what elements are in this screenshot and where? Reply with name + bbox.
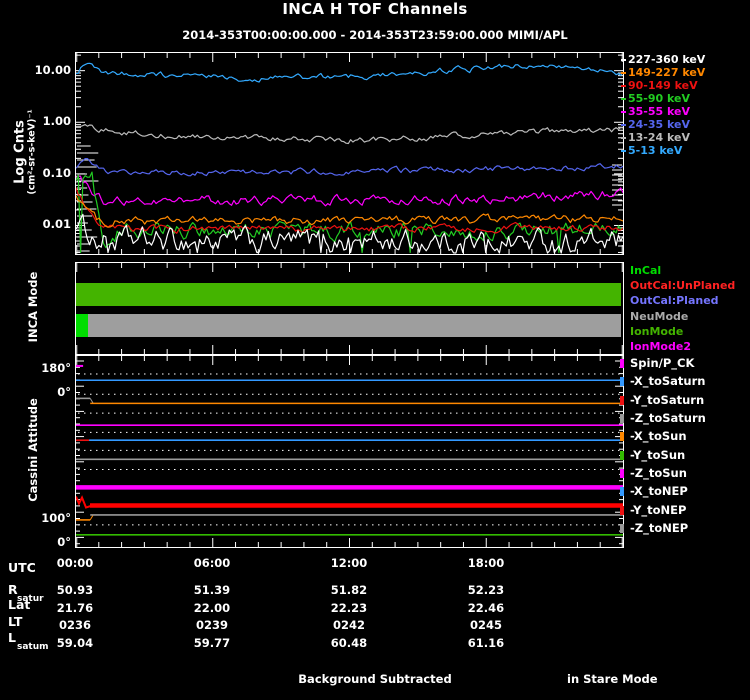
mode-bar-ionmode xyxy=(76,283,621,306)
spectra-legend-item: 24-35 keV xyxy=(628,118,691,131)
ephemeris-value: 22.00 xyxy=(193,601,231,615)
mode-panel-label: INCA Mode xyxy=(26,271,40,343)
spectra-legend-item: 90-149 keV xyxy=(628,79,698,92)
mode-legend-item: IonMode2 xyxy=(630,340,691,353)
ephemeris-value: 0245 xyxy=(469,618,503,632)
ephemeris-value: 21.76 xyxy=(56,601,94,615)
utc-axis-label: UTC xyxy=(8,560,36,575)
ephemeris-value: 0236 xyxy=(58,618,92,632)
ephemeris-value: 22.46 xyxy=(467,601,505,615)
ephemeris-value: 51.82 xyxy=(330,583,368,597)
attitude-legend-item: -Z_toNEP xyxy=(630,520,689,535)
ephemeris-value: 52.23 xyxy=(467,583,505,597)
spectra-y-tick-label: 0.01 xyxy=(42,217,71,232)
page-subtitle: 2014-353T00:00:00.000 - 2014-353T23:59:0… xyxy=(182,28,568,42)
attitude-legend-item: -X_toSaturn xyxy=(630,374,706,389)
attitude-panel xyxy=(75,355,624,548)
ephemeris-value: 0242 xyxy=(332,618,366,632)
attitude-legend-item: -X_toSun xyxy=(630,429,687,444)
ephemeris-row-label-l: L xyxy=(8,630,16,645)
spectra-ylabel-text: Log Cnts xyxy=(12,120,28,184)
spectra-legend-item: 13-24 keV xyxy=(628,131,691,144)
spectra-legend-item: 5-13 keV xyxy=(628,144,683,157)
spectra-y-tick-label: 10.00 xyxy=(34,62,71,77)
attitude-y-tick-label: 180° xyxy=(41,360,71,375)
spectra-legend-item: 55-90 keV xyxy=(628,92,691,105)
spectra-legend-item: 35-55 keV xyxy=(628,105,691,118)
attitude-y-tick-label: 100° xyxy=(41,510,71,525)
ephemeris-value: 59.77 xyxy=(193,636,231,650)
spectra-legend-item: 149-227 keV xyxy=(628,66,706,79)
utc-tick-label: 00:00 xyxy=(56,556,94,570)
utc-tick-label: 06:00 xyxy=(193,556,231,570)
spectra-panel xyxy=(75,52,624,255)
attitude-legend-item: Spin/P_CK xyxy=(630,356,695,370)
attitude-panel-label: Cassini Attitude xyxy=(26,398,40,502)
attitude-legend-item: -Y_toSaturn xyxy=(630,392,705,407)
ephemeris-row-sub-l: satum xyxy=(17,642,49,652)
spectra-ylabel-units: (cm²-sr-s-keV)⁻¹ xyxy=(26,109,38,195)
ephemeris-value: 60.48 xyxy=(330,636,368,650)
mode-legend-item: OutCal:Planed xyxy=(630,294,719,308)
ephemeris-value: 51.39 xyxy=(193,583,231,597)
utc-tick-label: 18:00 xyxy=(467,556,505,570)
attitude-legend-item: -X_toNEP xyxy=(630,484,688,499)
inca-mode-panel xyxy=(75,262,624,355)
attitude-legend-item: -Z_toSun xyxy=(630,465,687,480)
footer-stare-mode: in Stare Mode xyxy=(567,672,658,686)
mode-legend-item: IonMode xyxy=(630,324,684,338)
ephemeris-value: 59.04 xyxy=(56,636,94,650)
ephemeris-value: 22.23 xyxy=(330,601,368,615)
utc-tick-label: 12:00 xyxy=(330,556,368,570)
page-title: INCA H TOF Channels xyxy=(282,0,468,18)
mode-legend-item: OutCal:UnPlaned xyxy=(630,279,736,293)
spectra-legend-item: 227-360 keV xyxy=(628,53,706,66)
attitude-legend-item: -Y_toNEP xyxy=(630,502,687,517)
ephemeris-row-label-lt: LT xyxy=(8,614,23,629)
attitude-legend-item: -Z_toSaturn xyxy=(630,410,706,425)
attitude-y-tick-label: 0° xyxy=(57,534,71,549)
ephemeris-row-label-lat: Lat xyxy=(8,597,31,612)
mode-bar-incal xyxy=(76,314,88,337)
ephemeris-value: 61.16 xyxy=(467,636,505,650)
mode-legend-item: NeuMode xyxy=(630,309,689,323)
mode-bar-neumode xyxy=(76,314,621,337)
mode-legend-item: InCal xyxy=(630,264,662,277)
spectra-y-axis-label: Log Cnts (cm²-sr-s-keV)⁻¹ xyxy=(13,109,38,194)
ephemeris-value: 50.93 xyxy=(56,583,94,597)
ephemeris-value: 0239 xyxy=(195,618,229,632)
attitude-legend-item: -Y_toSun xyxy=(630,447,686,462)
